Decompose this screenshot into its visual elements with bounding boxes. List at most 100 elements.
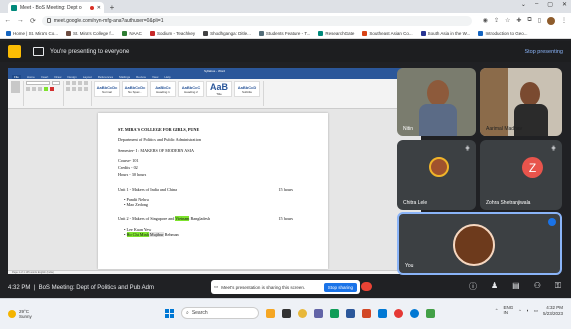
info-icon[interactable]: ⓘ — [469, 281, 477, 292]
align-left-button[interactable] — [66, 87, 70, 91]
bookmark-favicon-icon — [149, 30, 155, 36]
bookmark-item[interactable]: Students Feature - T... — [258, 30, 310, 36]
chrome-icon[interactable] — [298, 308, 307, 318]
task-view-icon[interactable] — [282, 308, 291, 318]
bookmark-item[interactable]: NAAC — [122, 30, 142, 36]
word-menu-view[interactable]: View — [152, 75, 158, 79]
sort-button[interactable] — [84, 81, 88, 85]
volume-icon[interactable]: ◖ — [526, 308, 529, 313]
word-icon[interactable] — [346, 308, 355, 318]
style-sample[interactable]: AaB Title — [206, 81, 232, 97]
font-size-field[interactable] — [52, 81, 60, 85]
url-bar[interactable]: meet.google.com/nyn-mfg-ana?authuser=0&p… — [41, 15, 472, 26]
align-right-button[interactable] — [78, 87, 82, 91]
close-window-button[interactable]: ✕ — [562, 1, 567, 8]
star-icon[interactable]: ☆ — [505, 17, 510, 25]
new-tab-button[interactable]: + — [107, 3, 117, 13]
weather-widget[interactable]: 29°C Sunny — [8, 309, 32, 320]
host-controls-icon[interactable]: ⚿ — [555, 281, 561, 292]
font-color-button[interactable] — [50, 87, 54, 91]
share-icon[interactable]: ⇪ — [494, 17, 499, 25]
forward-button[interactable]: → — [17, 17, 25, 24]
participant-tile-nitin[interactable]: Nitin — [397, 68, 476, 136]
style-sample[interactable]: AaBbCcDc No Spac... — [122, 81, 148, 97]
word-menu-insert[interactable]: Insert — [41, 75, 49, 79]
chevron-down-icon[interactable]: ⌄ — [521, 1, 526, 8]
participant-tile-zohra[interactable]: ⋕ Z Zohra Shetranjiwala — [480, 140, 562, 210]
bold-button[interactable] — [26, 87, 30, 91]
powerpoint-icon[interactable] — [362, 308, 371, 318]
style-sample[interactable]: AaBbCcDc Normal — [94, 81, 120, 97]
word-menu-design[interactable]: Design — [67, 75, 76, 79]
word-menu-layout[interactable]: Layout — [83, 75, 92, 79]
windows-start-icon[interactable] — [165, 308, 174, 318]
font-name-field[interactable] — [26, 81, 50, 85]
stop-sharing-button[interactable]: Stop sharing — [323, 282, 357, 292]
minimize-button[interactable]: – — [535, 1, 538, 8]
file-explorer-icon[interactable] — [266, 308, 275, 318]
reload-button[interactable]: ⟳ — [29, 17, 37, 25]
style-sample[interactable]: AaBbCcD Subtitle — [234, 81, 260, 97]
doc-hours: Hours - 30 hours — [118, 172, 147, 178]
lang-indicator[interactable]: ENG IN — [504, 305, 514, 316]
wifi-icon[interactable]: ◔ — [518, 308, 521, 313]
word-menu-draw[interactable]: Draw — [54, 75, 61, 79]
profile-avatar[interactable] — [547, 16, 555, 25]
extension-icon[interactable]: ✚ — [516, 17, 521, 25]
word-menu-mailings[interactable]: Mailings — [119, 75, 130, 79]
numbering-button[interactable] — [72, 81, 76, 85]
activities-icon[interactable]: ⚇ — [534, 281, 541, 292]
camera-icon[interactable]: ◉ — [483, 17, 488, 25]
center-button[interactable] — [72, 87, 76, 91]
word-menu-home[interactable]: Home — [27, 75, 35, 79]
paste-icon[interactable] — [11, 81, 20, 93]
bookmark-favicon-icon — [122, 30, 128, 36]
style-sample[interactable]: AaBbCcC Heading 2 — [178, 81, 204, 97]
word-menu-references[interactable]: References — [98, 75, 113, 79]
battery-icon[interactable]: ▭ — [534, 308, 538, 314]
maximize-button[interactable]: ▢ — [547, 1, 553, 8]
outlook-icon[interactable] — [378, 308, 387, 318]
stop-presenting-button[interactable]: Stop presenting — [524, 49, 563, 55]
bookmark-item[interactable]: Introduction to Geo... — [478, 30, 527, 36]
participant-tile-aarimal[interactable]: Aarimal Madhav — [480, 68, 562, 136]
chevron-up-icon[interactable]: ⌃ — [495, 308, 499, 314]
chrome-app-icon[interactable] — [394, 308, 403, 318]
back-button[interactable]: ← — [4, 17, 12, 24]
italic-button[interactable] — [32, 87, 36, 91]
close-tab-icon[interactable]: ✕ — [97, 5, 101, 11]
bookmark-item[interactable]: Home | St. Mira's Co... — [6, 30, 58, 36]
people-icon[interactable]: ♟ — [491, 281, 498, 292]
bookmark-item[interactable]: Sodium - Teachkey — [149, 30, 195, 36]
participant-tile-you[interactable]: You — [397, 212, 562, 275]
chat-icon[interactable]: ▤ — [512, 281, 520, 292]
bookmark-item[interactable]: St. Mira's College f... — [66, 30, 115, 36]
bookmark-label: St. Mira's College f... — [73, 30, 115, 36]
bookmark-item[interactable]: ResearchGate — [318, 30, 354, 36]
bookmark-item[interactable]: Southeast Asian Co... — [362, 30, 413, 36]
indent-button[interactable] — [78, 81, 82, 85]
document-page[interactable]: ST. MIRA'S COLLEGE FOR GIRLS, PUNE Depar… — [98, 113, 328, 269]
bullets-button[interactable] — [66, 81, 70, 85]
excel-icon[interactable] — [330, 308, 339, 318]
participant-tile-chitra[interactable]: ⋕ Chitra Lele — [397, 140, 476, 210]
taskbar-search[interactable]: ⌕ Search — [181, 307, 259, 319]
puzzle-icon[interactable]: ⧉ — [527, 17, 531, 25]
bookmark-item[interactable]: Shodhganga: Ditle... — [203, 30, 251, 36]
end-call-button[interactable] — [361, 282, 372, 291]
word-menu-file[interactable]: File — [12, 74, 21, 79]
edge-icon[interactable] — [410, 308, 419, 318]
sidepanel-icon[interactable]: ▯ — [538, 17, 541, 25]
menu-icon[interactable]: ⋮ — [561, 17, 567, 25]
browser-tab-meet[interactable]: Meet - BoS Meeting: Dept o ✕ — [8, 2, 104, 13]
justify-button[interactable] — [84, 87, 88, 91]
underline-button[interactable] — [38, 87, 42, 91]
highlight-button[interactable] — [44, 87, 48, 91]
style-sample[interactable]: AaBbCc Heading 1 — [150, 81, 176, 97]
bookmark-item[interactable]: South Asia in the W... — [420, 30, 470, 36]
store-icon[interactable] — [426, 308, 435, 318]
clock[interactable]: 4:32 PM 5/23/2023 — [543, 305, 563, 317]
word-menu-help[interactable]: Help — [164, 75, 170, 79]
word-menu-review[interactable]: Review — [136, 75, 146, 79]
teams-icon[interactable] — [314, 308, 323, 318]
